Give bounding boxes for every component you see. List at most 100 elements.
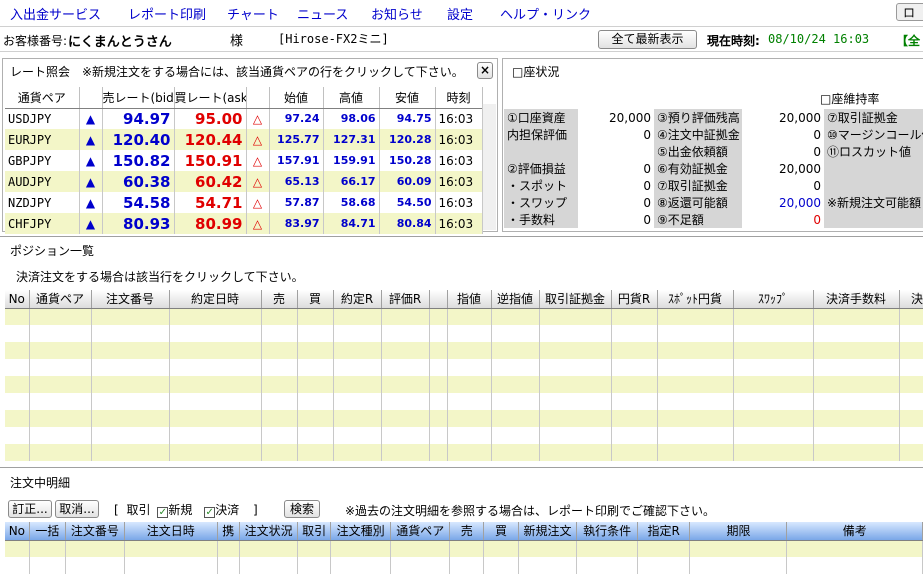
col-linked: 携 bbox=[217, 522, 240, 541]
open: 125.77 bbox=[269, 129, 324, 150]
table-row[interactable] bbox=[5, 557, 923, 574]
table-cell bbox=[689, 540, 788, 557]
col-buy: 買 bbox=[297, 290, 334, 309]
rate-scrollbar[interactable] bbox=[482, 104, 496, 230]
table-cell bbox=[261, 325, 298, 342]
rate-row-eurjpy[interactable]: EURJPY ▲ 120.40 120.44 △ 125.77 127.31 1… bbox=[5, 129, 483, 150]
table-cell bbox=[297, 540, 331, 557]
ask-rate[interactable]: 95.00 bbox=[174, 108, 247, 129]
table-cell bbox=[518, 557, 578, 574]
order-table: No 一括 注文番号 注文日時 携 注文状況 取引 注文種別 通貨ペア 売 買 … bbox=[5, 522, 923, 574]
table-cell bbox=[899, 359, 923, 376]
table-cell bbox=[169, 427, 262, 444]
table-row[interactable] bbox=[5, 342, 923, 359]
bid-rate[interactable]: 120.40 bbox=[102, 129, 175, 150]
table-cell bbox=[239, 557, 299, 574]
cancel-button[interactable]: 取消... bbox=[55, 500, 99, 518]
ask-rate[interactable]: 54.71 bbox=[174, 192, 247, 213]
close-icon[interactable]: × bbox=[477, 62, 493, 79]
table-cell bbox=[333, 359, 382, 376]
acct-value: 0 bbox=[578, 194, 654, 211]
position-table: No 通貨ペア 注文番号 約定日時 売 買 約定R 評価R 指値 逆指値 取引証… bbox=[5, 290, 923, 461]
acct-value bbox=[578, 143, 654, 160]
col-bulk: 一括 bbox=[29, 522, 67, 541]
menu-deposit[interactable]: 入出金サービス bbox=[10, 4, 101, 23]
acct-value: 0 bbox=[742, 143, 824, 160]
table-row[interactable] bbox=[5, 444, 923, 461]
table-row[interactable] bbox=[5, 308, 923, 325]
col-exec-time: 約定日時 bbox=[169, 290, 262, 309]
table-cell bbox=[786, 540, 923, 557]
rate-row-usdjpy[interactable]: USDJPY ▲ 94.97 95.00 △ 97.24 98.06 94.75… bbox=[5, 108, 483, 129]
table-cell bbox=[813, 342, 900, 359]
acct-label bbox=[824, 177, 923, 194]
col-order-type: 注文種別 bbox=[330, 522, 392, 541]
table-cell bbox=[491, 342, 540, 359]
bid-rate[interactable]: 60.38 bbox=[102, 171, 175, 192]
table-cell bbox=[217, 540, 240, 557]
bid-rate[interactable]: 150.82 bbox=[102, 150, 175, 171]
col-remarks: 備考 bbox=[786, 522, 923, 541]
menu-report[interactable]: レポート印刷 bbox=[128, 4, 206, 23]
table-row[interactable] bbox=[5, 393, 923, 410]
bid-rate[interactable]: 80.93 bbox=[102, 213, 175, 234]
table-cell bbox=[381, 359, 430, 376]
table-row[interactable] bbox=[5, 376, 923, 393]
ask-rate[interactable]: 120.44 bbox=[174, 129, 247, 150]
up-triangle-icon: ▲ bbox=[79, 171, 103, 192]
col-status: 注文状況 bbox=[239, 522, 299, 541]
table-cell bbox=[217, 557, 240, 574]
acct-label: ⑧返還可能額 bbox=[654, 194, 742, 211]
ask-rate[interactable]: 80.99 bbox=[174, 213, 247, 234]
ask-rate[interactable]: 150.91 bbox=[174, 150, 247, 171]
table-cell bbox=[491, 410, 540, 427]
table-row[interactable] bbox=[5, 410, 923, 427]
col-open: 始値 bbox=[269, 87, 324, 109]
table-row[interactable] bbox=[5, 359, 923, 376]
acct-label: ⑦取引証拠金 bbox=[824, 109, 923, 126]
table-cell bbox=[539, 342, 612, 359]
table-cell bbox=[5, 308, 30, 325]
current-time-value: 08/10/24 16:03 bbox=[768, 32, 870, 46]
account-panel-title: □座状況 bbox=[512, 65, 560, 79]
menu-news[interactable]: ニュース bbox=[297, 4, 348, 23]
table-cell bbox=[297, 444, 334, 461]
rate-row-gbpjpy[interactable]: GBPJPY ▲ 150.82 150.91 △ 157.91 159.91 1… bbox=[5, 150, 483, 171]
menu-chart[interactable]: チャート bbox=[227, 4, 279, 23]
table-cell bbox=[5, 410, 30, 427]
table-row[interactable] bbox=[5, 540, 923, 557]
modify-button[interactable]: 訂正... bbox=[8, 500, 52, 518]
rate-row-chfjpy[interactable]: CHFJPY ▲ 80.93 80.99 △ 83.97 84.71 80.84… bbox=[5, 213, 483, 234]
table-row[interactable] bbox=[5, 427, 923, 444]
table-cell bbox=[657, 410, 734, 427]
rate-table: 通貨ペア 売レート(bid) 買レート(ask) 始値 高値 安値 時刻 USD… bbox=[5, 87, 483, 234]
menu-help[interactable]: ヘルプ・リンク bbox=[500, 4, 591, 23]
menu-notice[interactable]: お知らせ bbox=[371, 4, 423, 23]
table-cell bbox=[5, 427, 30, 444]
search-button[interactable]: 検索 bbox=[284, 500, 320, 518]
menu-settings[interactable]: 設定 bbox=[447, 4, 473, 23]
table-cell bbox=[539, 427, 612, 444]
checkbox-new[interactable]: ✓ bbox=[157, 507, 169, 518]
checkbox-settle[interactable]: ✓ bbox=[204, 507, 216, 518]
ask-rate[interactable]: 60.42 bbox=[174, 171, 247, 192]
logout-button[interactable]: ロ bbox=[896, 3, 923, 21]
rate-row-audjpy[interactable]: AUDJPY ▲ 60.38 60.42 △ 65.13 66.17 60.09… bbox=[5, 171, 483, 192]
refresh-all-button[interactable]: 全て最新表示 bbox=[598, 30, 697, 49]
open: 65.13 bbox=[269, 171, 324, 192]
table-cell bbox=[261, 393, 298, 410]
table-cell bbox=[5, 359, 30, 376]
rate-row-nzdjpy[interactable]: NZDJPY ▲ 54.58 54.71 △ 57.87 58.68 54.50… bbox=[5, 192, 483, 213]
col-high: 高値 bbox=[323, 87, 380, 109]
high: 98.06 bbox=[323, 108, 380, 129]
table-cell bbox=[491, 427, 540, 444]
order-panel-title: 注文中明細 bbox=[10, 476, 71, 490]
table-cell bbox=[29, 376, 92, 393]
table-cell bbox=[491, 325, 540, 342]
status-overflow: 【全 bbox=[896, 34, 921, 48]
table-cell bbox=[381, 342, 430, 359]
bid-rate[interactable]: 94.97 bbox=[102, 108, 175, 129]
table-cell bbox=[429, 342, 448, 359]
bid-rate[interactable]: 54.58 bbox=[102, 192, 175, 213]
table-row[interactable] bbox=[5, 325, 923, 342]
